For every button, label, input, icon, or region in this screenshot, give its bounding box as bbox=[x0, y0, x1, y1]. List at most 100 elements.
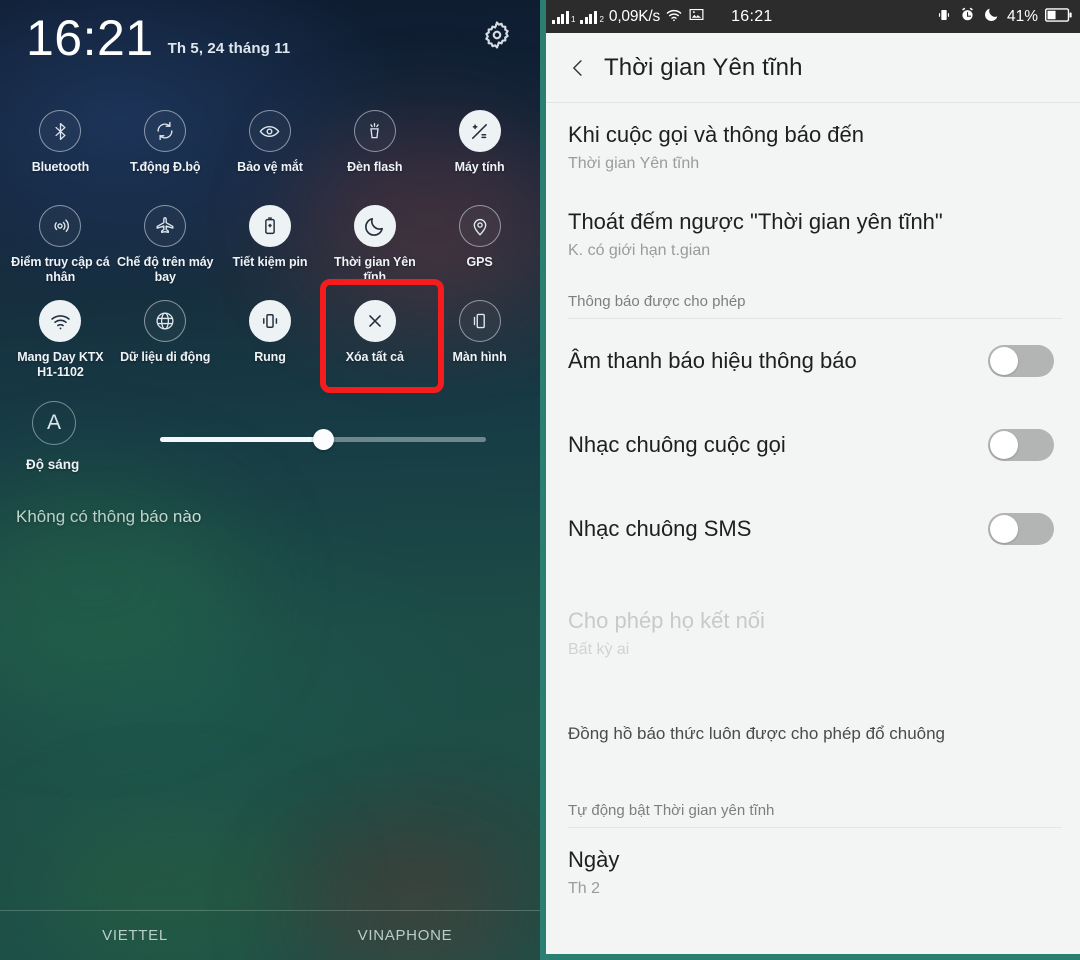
row-text: Âm thanh báo hiệu thông báo bbox=[568, 347, 988, 375]
gear-icon[interactable] bbox=[480, 18, 514, 52]
location-pin-icon bbox=[458, 205, 501, 247]
quick-tiles-grid: Bluetooth T.động Đ.bộ Bảo vệ mắt Đèn fla… bbox=[0, 96, 540, 393]
row-subtitle: Th 2 bbox=[568, 880, 601, 897]
row-title: Nhạc chuông cuộc gọi bbox=[568, 432, 786, 457]
setting-row-day[interactable]: Ngày Th 2 bbox=[546, 828, 1080, 915]
row-text: Nhạc chuông cuộc gọi bbox=[568, 431, 988, 459]
airplane-icon bbox=[144, 205, 187, 247]
moon-icon bbox=[983, 6, 1000, 27]
row-subtitle: Bất kỳ ai bbox=[568, 641, 630, 658]
note-text: Đồng hồ báo thức luôn được cho phép đổ c… bbox=[568, 724, 946, 743]
carrier-label-sim1: VIETTEL bbox=[102, 927, 168, 944]
quick-tile-airplane[interactable]: Chế độ trên máy bay bbox=[113, 195, 218, 290]
setting-row-countdown-exit[interactable]: Thoát đếm ngược "Thời gian yên tĩnh" K. … bbox=[546, 190, 1080, 277]
row-title: Nhạc chuông SMS bbox=[568, 516, 752, 541]
sim1-label: 1 bbox=[571, 14, 576, 24]
quick-tile-gps[interactable]: GPS bbox=[427, 195, 532, 290]
brightness-slider[interactable] bbox=[160, 429, 486, 450]
photo-icon bbox=[688, 6, 705, 27]
quick-tile-calculator[interactable]: Máy tính bbox=[427, 100, 532, 195]
quick-tile-autosync[interactable]: T.động Đ.bộ bbox=[113, 100, 218, 195]
toggle-notification-sound[interactable] bbox=[988, 345, 1054, 377]
quick-tile-label: Xóa tất cả bbox=[345, 350, 404, 364]
wifi-icon bbox=[665, 6, 683, 28]
row-text: Nhạc chuông SMS bbox=[568, 515, 988, 543]
battery-saver-icon bbox=[248, 205, 291, 247]
setting-row-sms-ringtone[interactable]: Nhạc chuông SMS bbox=[546, 487, 1080, 571]
sync-icon bbox=[144, 110, 187, 152]
quick-tile-quiet-time[interactable]: Thời gian Yên tĩnh bbox=[322, 195, 427, 290]
toggle-sms-ringtone[interactable] bbox=[988, 513, 1054, 545]
quick-tile-mobile-data[interactable]: Dữ liệu di động bbox=[113, 290, 218, 385]
quick-tiles-row: Bluetooth T.động Đ.bộ Bảo vệ mắt Đèn fla… bbox=[8, 100, 532, 195]
section-header-auto-enable: Tự động bật Thời gian yên tĩnh bbox=[568, 802, 775, 819]
row-title: Ngày bbox=[568, 847, 620, 872]
page-title: Thời gian Yên tĩnh bbox=[604, 53, 803, 81]
settings-list: Khi cuộc gọi và thông báo đến Thời gian … bbox=[546, 103, 1080, 915]
slider-fill bbox=[160, 437, 323, 442]
quick-tile-clear-all[interactable]: Xóa tất cả bbox=[322, 290, 427, 385]
status-bar: 1 2 0,09K/s 16:21 41% bbox=[546, 0, 1080, 33]
auto-brightness-icon[interactable]: A bbox=[32, 401, 76, 445]
brightness-label: Độ sáng bbox=[26, 457, 80, 472]
quiet-time-settings-panel: 1 2 0,09K/s 16:21 41% Thời gian Yên tĩnh… bbox=[540, 0, 1080, 960]
slider-thumb[interactable] bbox=[313, 429, 334, 450]
hotspot-icon bbox=[39, 205, 82, 247]
status-bar-time: 16:21 bbox=[731, 7, 773, 25]
row-subtitle: Thời gian Yên tĩnh bbox=[568, 155, 700, 172]
toggle-knob bbox=[990, 347, 1018, 375]
quick-tile-bluetooth[interactable]: Bluetooth bbox=[8, 100, 113, 195]
clock-time: 16:21 bbox=[26, 10, 154, 66]
network-speed-text: 0,09K/s bbox=[608, 7, 661, 25]
battery-icon bbox=[1045, 7, 1072, 26]
status-bar-right: 41% bbox=[936, 6, 1072, 27]
flashlight-icon bbox=[353, 110, 396, 152]
auto-brightness-letter: A bbox=[46, 411, 61, 434]
quick-settings-panel: 16:21 Th 5, 24 tháng 11 Bluetooth T.động… bbox=[0, 0, 540, 960]
row-title: Âm thanh báo hiệu thông báo bbox=[568, 348, 857, 373]
eye-icon bbox=[248, 110, 291, 152]
quick-tile-label: T.động Đ.bộ bbox=[129, 160, 201, 174]
quick-tiles-row: Mang Day KTX H1-1102 Dữ liệu di động Run… bbox=[8, 290, 532, 385]
quick-tile-label: Chế độ trên máy bay bbox=[116, 255, 214, 284]
quick-tile-label: Tiết kiệm pin bbox=[232, 255, 308, 269]
quick-tile-label: GPS bbox=[466, 255, 493, 269]
quick-tile-label: Máy tính bbox=[454, 160, 505, 174]
quick-tile-hotspot[interactable]: Điểm truy cập cá nhân bbox=[8, 195, 113, 290]
setting-row-call-ringtone[interactable]: Nhạc chuông cuộc gọi bbox=[546, 403, 1080, 487]
mute-vibrate-icon bbox=[936, 7, 952, 27]
no-notifications-text: Không có thông báo nào bbox=[16, 507, 202, 526]
shade-header: 16:21 Th 5, 24 tháng 11 bbox=[0, 0, 540, 96]
quick-tile-flashlight[interactable]: Đèn flash bbox=[322, 100, 427, 195]
section-header-allowed-notifications: Thông báo được cho phép bbox=[568, 293, 746, 310]
setting-row-incoming-calls[interactable]: Khi cuộc gọi và thông báo đến Thời gian … bbox=[546, 103, 1080, 190]
back-chevron-icon[interactable] bbox=[568, 58, 588, 78]
app-bar: Thời gian Yên tĩnh bbox=[546, 33, 1080, 103]
quick-tile-battery-saver[interactable]: Tiết kiệm pin bbox=[218, 195, 323, 290]
quick-tile-screen-rotation[interactable]: Màn hình bbox=[427, 290, 532, 385]
setting-row-allow-connect: Cho phép họ kết nối Bất kỳ ai bbox=[546, 571, 1080, 676]
quick-tile-vibrate[interactable]: Rung bbox=[218, 290, 323, 385]
quick-tile-label: Thời gian Yên tĩnh bbox=[333, 255, 416, 284]
quick-tile-eyecare[interactable]: Bảo vệ mắt bbox=[218, 100, 323, 195]
quick-tile-label: Đèn flash bbox=[347, 160, 403, 174]
close-x-icon bbox=[353, 300, 396, 342]
carrier-label-sim2: VINAPHONE bbox=[357, 927, 453, 944]
quick-tile-wifi[interactable]: Mang Day KTX H1-1102 bbox=[8, 290, 113, 385]
toggle-call-ringtone[interactable] bbox=[988, 429, 1054, 461]
toggle-knob bbox=[990, 515, 1018, 543]
quick-tile-label: Bluetooth bbox=[31, 160, 90, 174]
calculator-icon bbox=[458, 110, 501, 152]
sim2-label: 2 bbox=[599, 14, 604, 24]
quick-tile-label: Rung bbox=[254, 350, 286, 364]
status-bar-left: 1 2 0,09K/s bbox=[552, 6, 705, 28]
setting-row-notification-sound[interactable]: Âm thanh báo hiệu thông báo bbox=[546, 319, 1080, 403]
toggle-knob bbox=[990, 431, 1018, 459]
brightness-control: A Độ sáng bbox=[0, 395, 540, 505]
row-subtitle: K. có giới hạn t.gian bbox=[568, 242, 711, 259]
wifi-icon bbox=[39, 300, 82, 342]
row-text: Khi cuộc gọi và thông báo đến Thời gian … bbox=[568, 121, 1054, 174]
alarm-clock-icon bbox=[959, 6, 976, 27]
rotate-screen-icon bbox=[458, 300, 501, 342]
vibrate-icon bbox=[248, 300, 291, 342]
